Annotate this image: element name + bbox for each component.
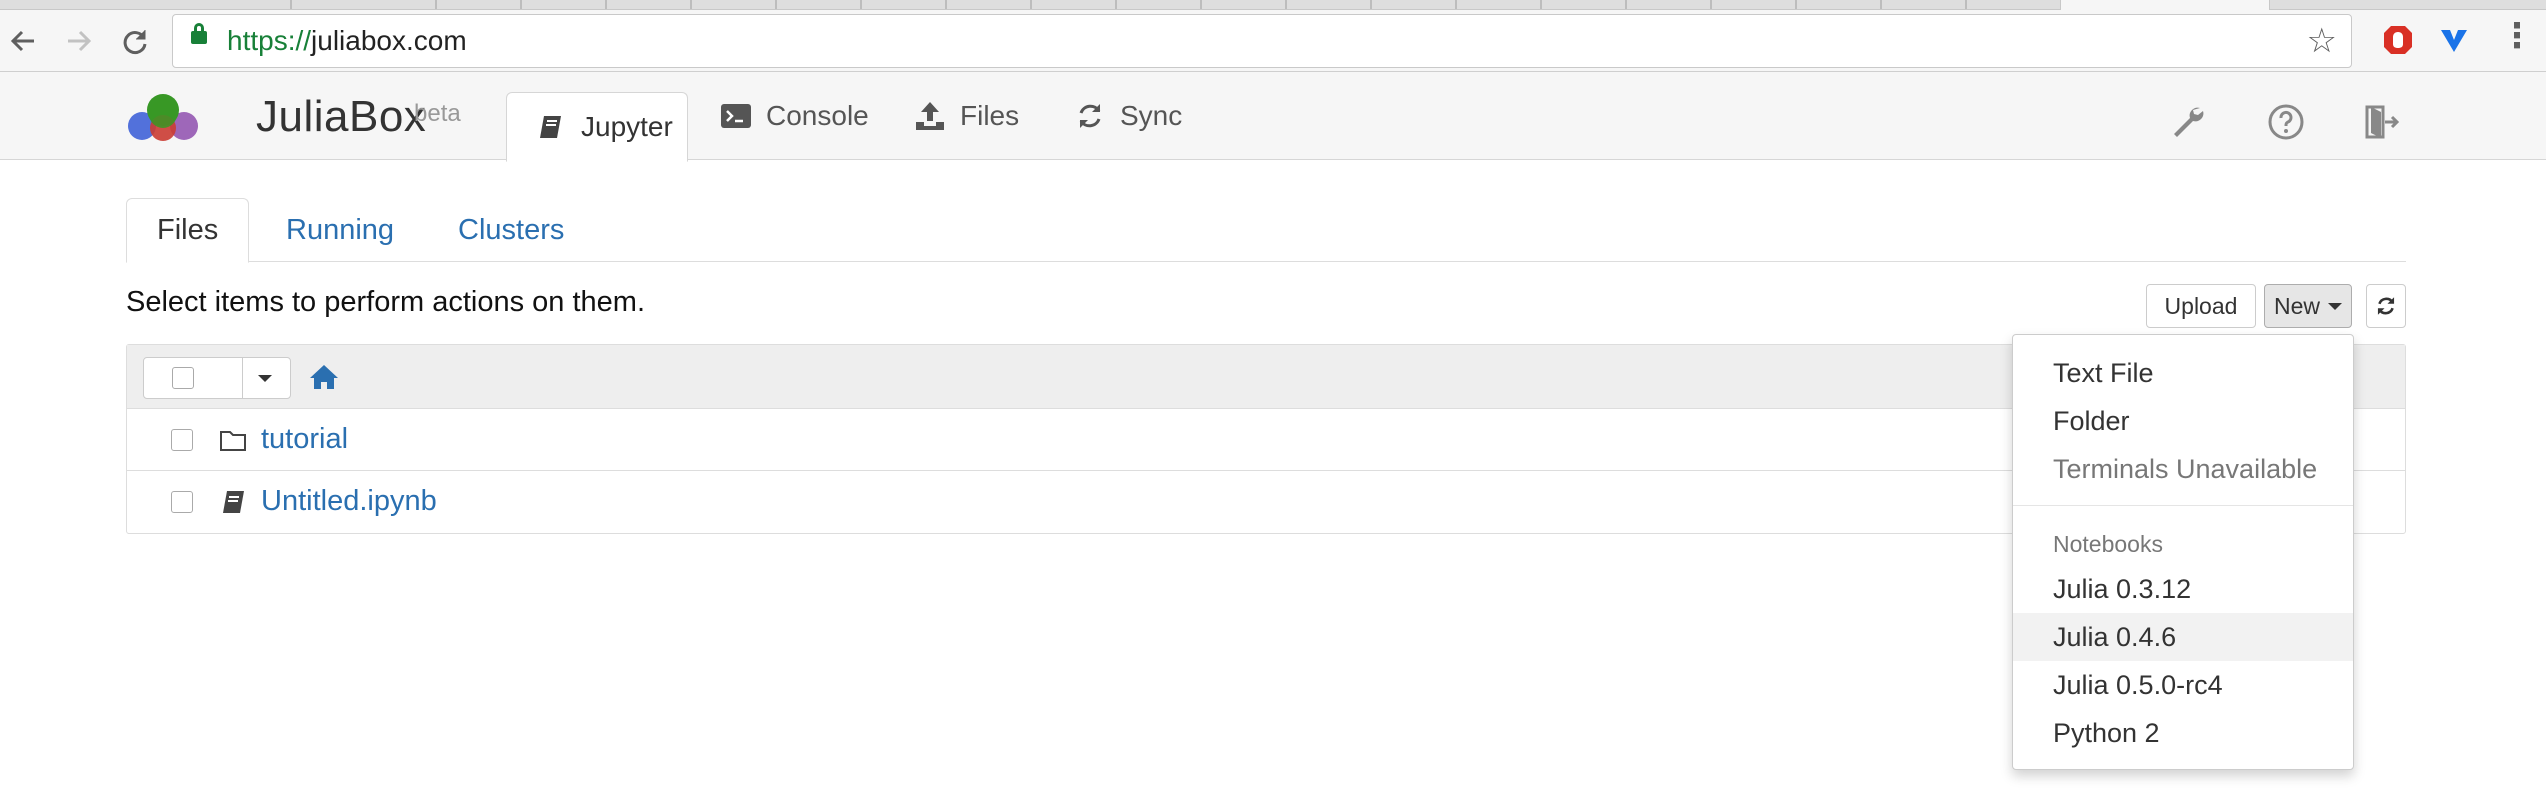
refresh-icon bbox=[1074, 100, 1106, 132]
menu-header-notebooks: Notebooks bbox=[2053, 531, 2163, 557]
forward-button[interactable] bbox=[56, 18, 102, 64]
terminal-icon bbox=[720, 100, 752, 132]
tab-divider bbox=[1455, 0, 1457, 9]
tab-divider bbox=[605, 0, 607, 9]
menu-divider bbox=[2013, 505, 2353, 506]
select-all-checkbox[interactable] bbox=[172, 367, 194, 389]
tab-divider bbox=[775, 0, 777, 9]
menu-item-terminals-unavailable: Terminals Unavailable bbox=[2053, 453, 2318, 484]
tab-divider bbox=[1200, 0, 1202, 9]
tab-divider bbox=[1030, 0, 1032, 9]
help-icon bbox=[2268, 104, 2304, 140]
lock-icon bbox=[191, 23, 207, 44]
menu-item-kernel-julia-0-4-6[interactable]: Julia 0.4.6 bbox=[2013, 613, 2353, 661]
refresh-icon bbox=[2377, 297, 2395, 315]
new-dropdown-menu: Text File Folder Terminals Unavailable N… bbox=[2012, 334, 2354, 770]
tab-divider bbox=[1540, 0, 1542, 9]
tree-tab-clusters[interactable]: Clusters bbox=[458, 198, 564, 262]
nav-tab-label: Jupyter bbox=[581, 111, 673, 142]
settings-button[interactable] bbox=[2168, 102, 2208, 142]
menu-item-text-file[interactable]: Text File bbox=[2013, 349, 2353, 397]
tree-tabs: Files Running Clusters bbox=[126, 198, 2406, 263]
browser-tab-active[interactable] bbox=[2060, 0, 2270, 10]
url-host: juliabox.com bbox=[311, 25, 467, 56]
tab-divider bbox=[435, 0, 437, 9]
folder-icon bbox=[220, 431, 246, 451]
address-bar[interactable]: https://juliabox.com ☆ bbox=[172, 14, 2352, 68]
browser-tabstrip bbox=[0, 0, 2546, 10]
menu-item-kernel-python-2[interactable]: Python 2 bbox=[2013, 709, 2353, 757]
home-icon[interactable] bbox=[309, 363, 339, 391]
menu-item-folder[interactable]: Folder bbox=[2013, 397, 2353, 445]
item-name[interactable]: Untitled.ipynb bbox=[261, 485, 437, 518]
new-button-label: New bbox=[2273, 292, 2320, 319]
select-menu-caret-icon[interactable] bbox=[258, 375, 272, 382]
tab-divider bbox=[1115, 0, 1117, 9]
tree-tab-files[interactable]: Files bbox=[126, 198, 250, 263]
refresh-list-button[interactable] bbox=[2366, 284, 2406, 328]
brand-name: JuliaBox bbox=[256, 92, 427, 141]
tab-divider bbox=[1880, 0, 1882, 9]
arrow-left-icon bbox=[10, 30, 34, 52]
tab-divider bbox=[520, 0, 522, 9]
caret-down-icon bbox=[2328, 302, 2342, 310]
tab-divider bbox=[1965, 0, 1967, 9]
select-all-group[interactable] bbox=[143, 357, 291, 399]
extension-blue-icon[interactable] bbox=[2438, 24, 2470, 56]
nav-tab-sync[interactable]: Sync bbox=[1074, 96, 1182, 136]
upload-icon bbox=[914, 100, 946, 132]
browser-menu-icon[interactable]: ⋮ bbox=[2500, 16, 2534, 56]
nav-tab-label: Files bbox=[960, 100, 1020, 131]
divider bbox=[242, 358, 243, 398]
nav-tab-console[interactable]: Console bbox=[720, 96, 869, 136]
back-button[interactable] bbox=[0, 18, 46, 64]
menu-item-kernel-julia-0-5-0-rc4[interactable]: Julia 0.5.0-rc4 bbox=[2013, 661, 2353, 709]
reload-button[interactable] bbox=[112, 18, 158, 64]
item-name[interactable]: tutorial bbox=[261, 423, 348, 456]
tab-divider bbox=[860, 0, 862, 9]
juliabox-header: JuliaBox beta Jupyter Console Files Sync bbox=[0, 72, 2546, 162]
tab-divider bbox=[1710, 0, 1712, 9]
logout-button[interactable] bbox=[2362, 102, 2402, 142]
tree-tab-running[interactable]: Running bbox=[286, 198, 394, 262]
extension-red-icon[interactable] bbox=[2382, 24, 2414, 56]
notebook-icon bbox=[223, 491, 244, 513]
arrow-right-icon bbox=[68, 30, 92, 52]
nav-tab-label: Console bbox=[766, 100, 869, 131]
url-scheme: https:// bbox=[227, 25, 312, 56]
browser-toolbar: https://juliabox.com ☆ ⋮ bbox=[0, 10, 2546, 72]
wrench-icon bbox=[2174, 107, 2204, 137]
logout-icon bbox=[2365, 105, 2400, 139]
notebook-icon bbox=[535, 111, 567, 143]
upload-button[interactable]: Upload bbox=[2146, 284, 2256, 328]
nav-tab-files[interactable]: Files bbox=[914, 96, 1019, 136]
url-text[interactable]: https://juliabox.com bbox=[227, 25, 467, 57]
item-checkbox[interactable] bbox=[171, 429, 193, 451]
tab-divider bbox=[290, 0, 292, 9]
nav-tab-jupyter[interactable]: Jupyter bbox=[506, 92, 688, 162]
tab-divider bbox=[1370, 0, 1372, 9]
help-button[interactable] bbox=[2266, 102, 2306, 142]
tab-divider bbox=[1625, 0, 1627, 9]
brand-beta-label: beta bbox=[414, 100, 461, 127]
menu-item-kernel-julia-0-3-12[interactable]: Julia 0.3.12 bbox=[2013, 565, 2353, 613]
tab-divider bbox=[1285, 0, 1287, 9]
tab-divider bbox=[690, 0, 692, 9]
item-checkbox[interactable] bbox=[171, 491, 193, 513]
tab-divider bbox=[945, 0, 947, 9]
tab-divider bbox=[1795, 0, 1797, 9]
nav-tab-label: Sync bbox=[1120, 100, 1183, 131]
reload-icon bbox=[123, 30, 147, 54]
new-button[interactable]: New bbox=[2264, 284, 2352, 328]
julia-logo-icon[interactable] bbox=[126, 90, 202, 144]
selection-hint: Select items to perform actions on them. bbox=[126, 286, 645, 318]
upload-button-label: Upload bbox=[2164, 292, 2238, 319]
bookmark-star-icon[interactable]: ☆ bbox=[2307, 21, 2337, 61]
